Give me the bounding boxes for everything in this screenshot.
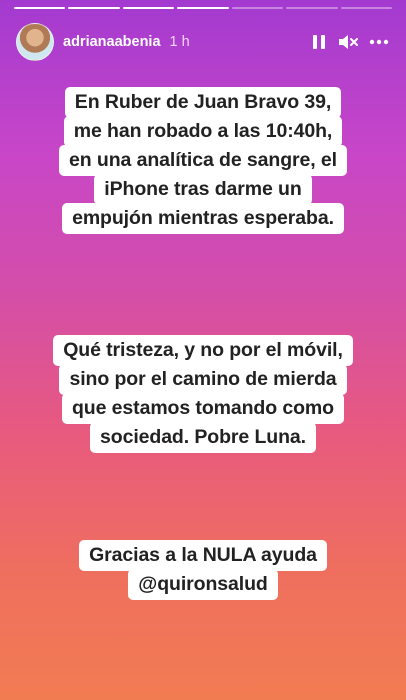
caption-line: Qué tristeza, y no por el móvil,: [53, 335, 353, 366]
caption-line: En Ruber de Juan Bravo 39,: [64, 87, 342, 118]
progress-segment: [14, 7, 66, 9]
more-options-button[interactable]: [368, 33, 390, 51]
story-view[interactable]: adrianaabenia 1 h En Ruber de Juan Bravo…: [0, 0, 406, 700]
progress-segment: [177, 7, 229, 9]
pause-icon: [313, 35, 325, 49]
caption-block-1: En Ruber de Juan Bravo 39, me han robado…: [0, 87, 406, 234]
caption-line: en una analítica de sangre, el: [59, 145, 347, 176]
story-header: adrianaabenia 1 h: [16, 22, 390, 62]
avatar[interactable]: [16, 23, 54, 61]
time-ago: 1 h: [169, 34, 190, 50]
progress-segment: [340, 7, 392, 9]
story-progress-bar: [14, 7, 392, 9]
mute-icon: [339, 35, 358, 49]
progress-segment: [68, 7, 120, 9]
progress-segment: [286, 7, 338, 9]
progress-segment: [122, 7, 175, 9]
caption-line: me han robado a las 10:40h,: [63, 116, 343, 147]
caption-line: empujón mientras esperaba.: [62, 203, 344, 234]
caption-line: sociedad. Pobre Luna.: [90, 422, 316, 453]
caption-line: sino por el camino de mierda: [59, 364, 347, 395]
username[interactable]: adrianaabenia: [63, 34, 161, 50]
progress-segment: [231, 7, 284, 9]
more-icon: [369, 39, 389, 45]
pause-button[interactable]: [310, 33, 328, 51]
caption-line: iPhone tras darme un: [94, 174, 312, 205]
caption-line: Gracias a la NULA ayuda: [79, 540, 327, 571]
caption-block-2: Qué tristeza, y no por el móvil, sino po…: [0, 335, 406, 453]
caption-mention[interactable]: @quironsalud: [128, 569, 278, 600]
story-controls: [310, 33, 390, 51]
caption-block-3: Gracias a la NULA ayuda @quironsalud: [0, 540, 406, 600]
caption-line: que estamos tomando como: [62, 393, 344, 424]
mute-button[interactable]: [337, 33, 359, 51]
